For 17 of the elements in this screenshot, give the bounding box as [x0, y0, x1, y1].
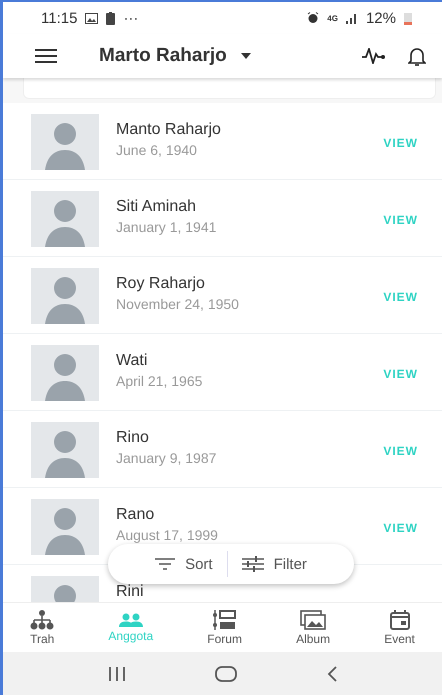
battery-percent: 12%: [366, 10, 396, 26]
member-name: Rano: [116, 506, 156, 524]
member-name: Wati: [116, 352, 148, 370]
member-name: Siti Aminah: [116, 198, 198, 216]
member-name: Rino: [116, 429, 150, 447]
member-birthdate: August 17, 1999: [116, 527, 219, 544]
member-name: Manto Raharjo: [116, 121, 222, 139]
member-birthdate: January 9, 1987: [116, 450, 218, 467]
status-overflow: ···: [123, 10, 138, 26]
member-birthdate: January 1, 1941: [116, 219, 218, 236]
member-name: Roy Raharjo: [116, 275, 206, 293]
network-label: 4G: [327, 14, 338, 22]
member-birthdate: April 21, 1965: [116, 373, 204, 390]
member-name: Rini: [116, 583, 145, 601]
member-birthdate: November 24, 1950: [116, 296, 240, 313]
status-time: 11:15: [41, 10, 78, 26]
member-birthdate: June 6, 1940: [116, 142, 198, 159]
